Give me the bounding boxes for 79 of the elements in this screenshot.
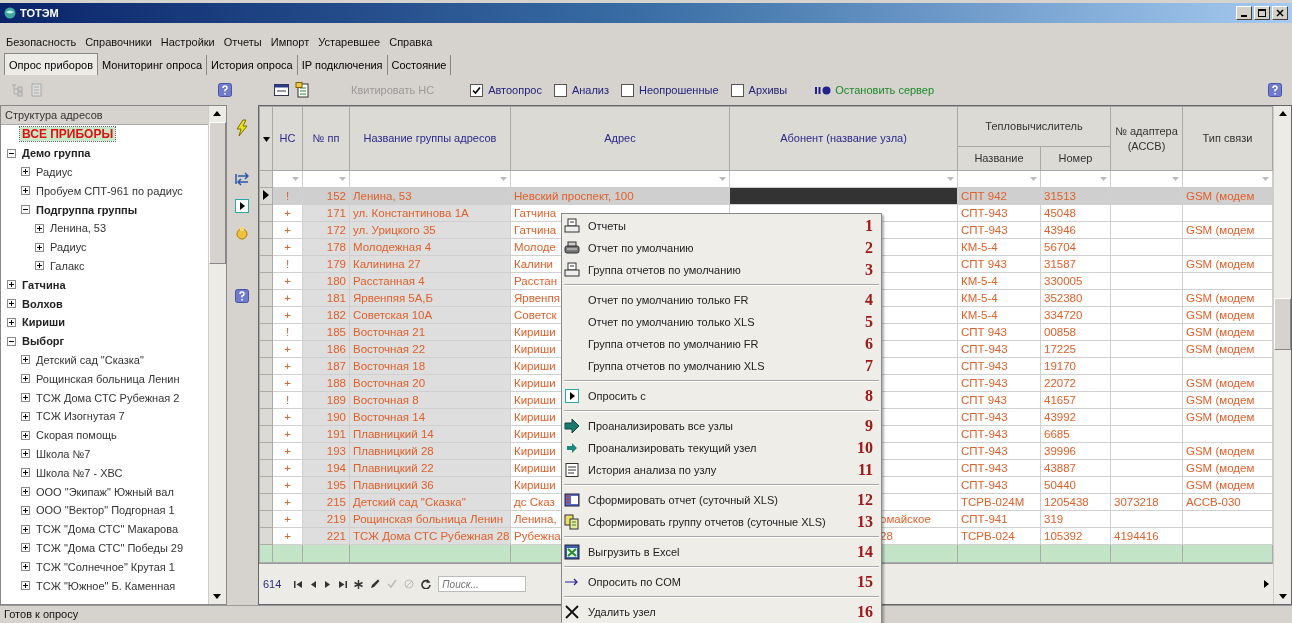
table-cell: 50440 bbox=[1040, 476, 1111, 494]
annotation-number: 5 bbox=[865, 313, 873, 331]
table-cell: СПТ-943 bbox=[957, 442, 1041, 460]
table-cell: СПТ-943 bbox=[957, 221, 1041, 239]
status-text: Готов к опросу bbox=[4, 608, 79, 620]
table-cell: GSM (модем bbox=[1186, 326, 1255, 338]
checkbox-label: Автоопрос bbox=[488, 84, 542, 96]
annotation-number: 16 bbox=[857, 603, 873, 621]
table-cell: 41657 bbox=[1040, 391, 1111, 409]
table-cell: СПТ-943 bbox=[957, 459, 1041, 477]
table-cell: GSM (модем bbox=[1186, 479, 1255, 491]
table-cell: 334720 bbox=[1040, 306, 1111, 324]
table-cell: СПТ 943 bbox=[957, 391, 1041, 409]
tree-header: Структура адресов bbox=[1, 106, 208, 125]
window-title: ТОТЭМ bbox=[20, 7, 59, 19]
table-cell: GSM (модем bbox=[1186, 377, 1255, 389]
table-cell: ТСРВ-024М bbox=[957, 493, 1041, 511]
table-cell: омайское bbox=[880, 513, 931, 525]
table-cell: GSM (модем bbox=[1186, 190, 1255, 202]
table-cell: ТСРВ-024 bbox=[957, 527, 1041, 545]
table-cell: СПТ-943 bbox=[957, 374, 1041, 392]
table-cell: 19170 bbox=[1040, 357, 1111, 375]
table-cell: GSM (модем bbox=[1186, 343, 1255, 355]
table-cell: КМ-5-4 bbox=[957, 272, 1041, 290]
table-cell: 6685 bbox=[1040, 425, 1111, 443]
table-cell: 1205438 bbox=[1040, 493, 1111, 511]
checkbox-label: Неопрошенные bbox=[639, 84, 719, 96]
table-cell: GSM (модем bbox=[1186, 309, 1255, 321]
table-cell: GSM (модем bbox=[1186, 258, 1255, 270]
table-cell: 00858 bbox=[1040, 323, 1111, 341]
annotation-number: 3 bbox=[865, 261, 873, 279]
table-cell: АССВ-030 bbox=[1186, 496, 1241, 508]
table-cell: СПТ-943 bbox=[957, 408, 1041, 426]
table-cell: 352380 bbox=[1040, 289, 1111, 307]
table-cell: СПТ-941 bbox=[957, 510, 1041, 528]
annotation-number: 14 bbox=[857, 543, 873, 561]
table-cell: 3073218 bbox=[1114, 496, 1159, 508]
table-cell: КМ-5-4 bbox=[957, 289, 1041, 307]
table-cell: СПТ-943 bbox=[957, 425, 1041, 443]
annotation-number: 6 bbox=[865, 335, 873, 353]
table-cell: КМ-5-4 bbox=[957, 306, 1041, 324]
table-cell: 330005 bbox=[1040, 272, 1111, 290]
table-cell: 17225 bbox=[1040, 340, 1111, 358]
checkbox-label: Анализ bbox=[571, 84, 610, 96]
annotation-number: 12 bbox=[857, 491, 873, 509]
table-cell: 105392 bbox=[1040, 527, 1111, 545]
table-cell: СПТ-943 bbox=[957, 340, 1041, 358]
table-cell: GSM (модем bbox=[1186, 445, 1255, 457]
table-cell: 43992 bbox=[1040, 408, 1111, 426]
table-cell: СПТ-943 bbox=[957, 204, 1041, 222]
column-group-header: Тепловычислитель bbox=[957, 106, 1111, 147]
table-cell: СПТ 943 bbox=[957, 255, 1041, 273]
table-cell: GSM (модем bbox=[1186, 394, 1255, 406]
table-cell: 43887 bbox=[1040, 459, 1111, 477]
table-cell: СПТ 943 bbox=[957, 323, 1041, 341]
table-cell: СПТ-943 bbox=[957, 357, 1041, 375]
table-cell: 31587 bbox=[1040, 255, 1111, 273]
table-cell: 43946 bbox=[1040, 221, 1111, 239]
table-cell: GSM (модем bbox=[1186, 224, 1255, 236]
annotation-number: 10 bbox=[857, 439, 873, 457]
table-cell: СПТ-943 bbox=[957, 476, 1041, 494]
table-cell: КМ-5-4 bbox=[957, 238, 1041, 256]
annotation-number: 9 bbox=[865, 417, 873, 435]
table-cell: 45048 bbox=[1040, 204, 1111, 222]
annotation-number: 4 bbox=[865, 291, 873, 309]
table-cell: 39996 bbox=[1040, 442, 1111, 460]
annotation-number: 15 bbox=[857, 573, 873, 591]
table-cell: GSM (модем bbox=[1186, 462, 1255, 474]
table-cell: GSM (модем bbox=[1186, 292, 1255, 304]
annotation-number: 11 bbox=[857, 461, 873, 479]
table-cell: 319 bbox=[1040, 510, 1111, 528]
table-cell: GSM (модем bbox=[1186, 411, 1255, 423]
annotation-number: 7 bbox=[865, 357, 873, 375]
table-cell: 4194416 bbox=[1114, 530, 1159, 542]
record-count: 614 bbox=[263, 578, 282, 590]
annotation-number: 2 bbox=[865, 239, 873, 257]
table-cell: 22072 bbox=[1040, 374, 1111, 392]
checkbox-label: Архивы bbox=[748, 84, 788, 96]
table-cell: 56704 bbox=[1040, 238, 1111, 256]
